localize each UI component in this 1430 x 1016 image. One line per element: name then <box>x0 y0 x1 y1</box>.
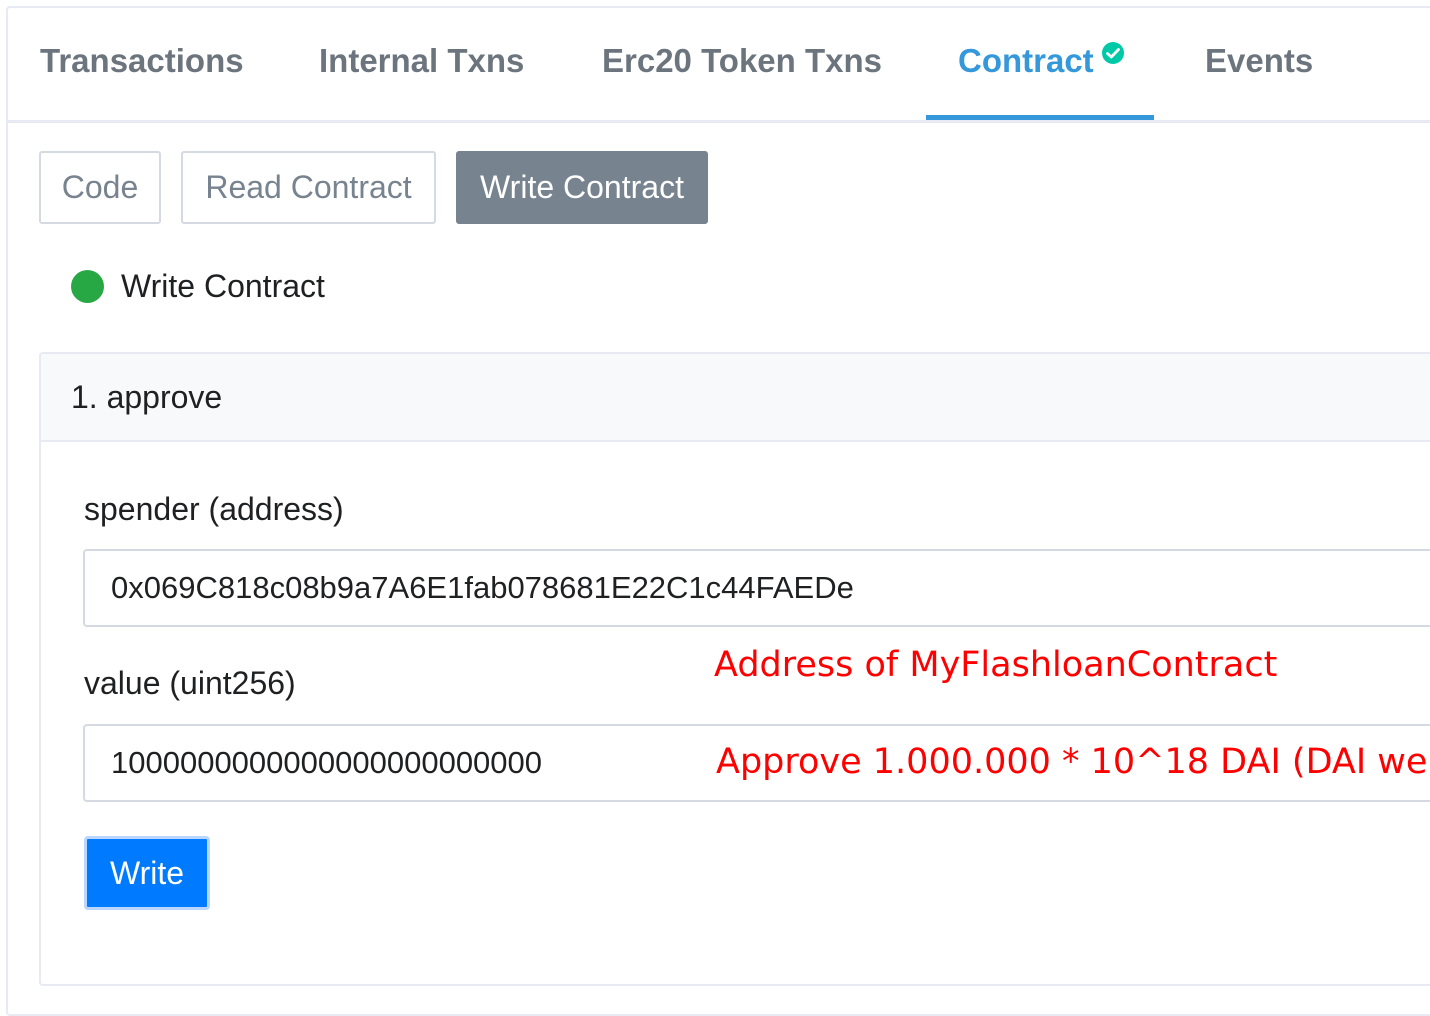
code-button[interactable]: Code <box>39 151 161 224</box>
contract-panel: Transactions Internal Txns Erc20 Token T… <box>6 6 1430 1016</box>
tab-bar: Transactions Internal Txns Erc20 Token T… <box>8 8 1430 123</box>
tab-internal-txns[interactable]: Internal Txns <box>319 42 524 80</box>
method-card-header[interactable]: 1. approve <box>41 354 1430 442</box>
spender-label: spender (address) <box>84 491 344 527</box>
write-contract-button[interactable]: Write Contract <box>456 151 708 224</box>
tab-contract[interactable]: Contract <box>958 42 1094 80</box>
connection-status-dot <box>71 270 104 303</box>
tab-events[interactable]: Events <box>1205 42 1313 80</box>
write-button[interactable]: Write <box>84 836 210 910</box>
method-card-approve: 1. approve spender (address) value (uint… <box>39 352 1430 986</box>
tab-erc20-token-txns[interactable]: Erc20 Token Txns <box>602 42 882 80</box>
check-circle-icon <box>1102 42 1124 64</box>
value-label: value (uint256) <box>84 665 296 701</box>
active-tab-indicator <box>926 115 1154 120</box>
spender-input[interactable] <box>83 549 1430 627</box>
tab-transactions[interactable]: Transactions <box>40 42 244 80</box>
address-annotation: Address of MyFlashloanContract <box>714 645 1278 685</box>
value-annotation: Approve 1.000.000 * 10^18 DAI (DAI wei) <box>716 742 1430 782</box>
connection-status-label[interactable]: Write Contract <box>121 268 325 305</box>
method-title: 1. approve <box>71 379 223 415</box>
read-contract-button[interactable]: Read Contract <box>181 151 436 224</box>
